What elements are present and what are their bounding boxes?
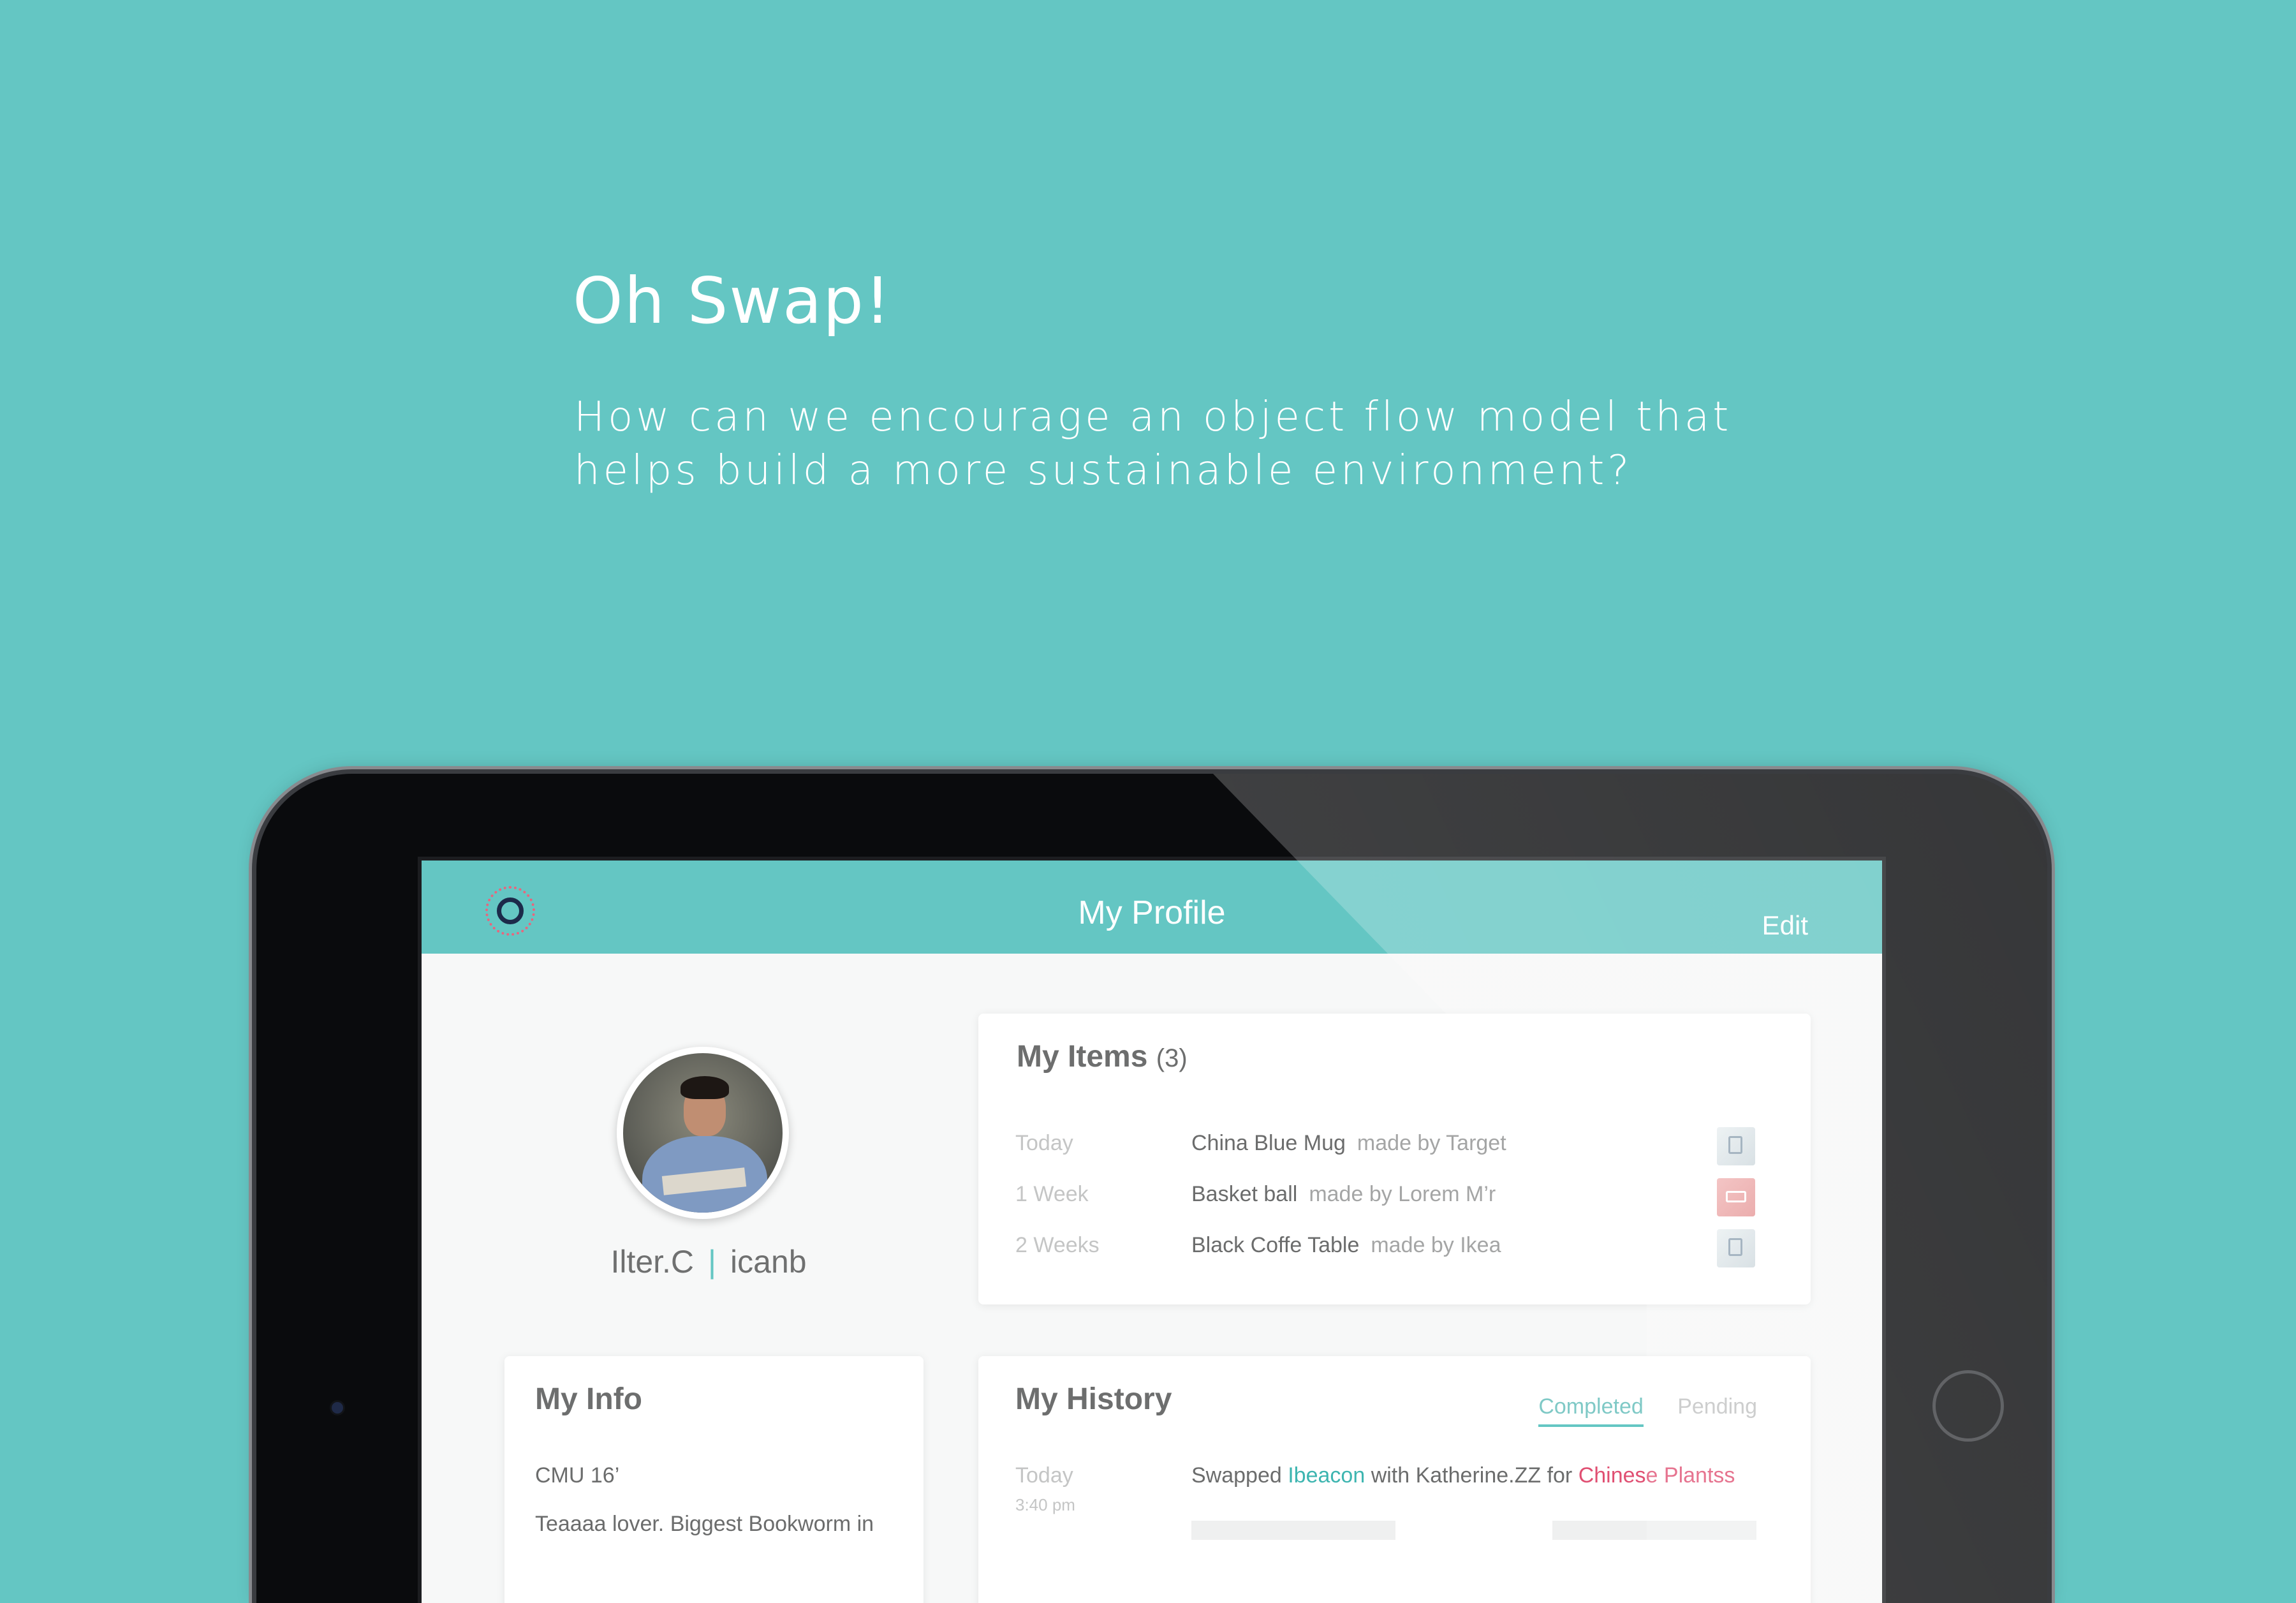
history-prefix: Swapped <box>1191 1463 1282 1488</box>
hero-subtitle-line1: How can we encourage an object flow mode… <box>574 394 1732 441</box>
item-name: China Blue Mug <box>1191 1131 1346 1155</box>
history-clock: 3:40 pm <box>1015 1495 1075 1514</box>
front-camera <box>332 1402 343 1414</box>
hero-subtitle: How can we encourage an object flow mode… <box>574 390 1786 498</box>
edit-button[interactable]: Edit <box>1762 910 1808 941</box>
item-time: 1 Week <box>1015 1182 1089 1206</box>
history-item-link[interactable]: Ibeacon <box>1288 1463 1365 1488</box>
item-name-group: China Blue Mug made by Target <box>1191 1131 1506 1156</box>
my-history-card: My History Completed Pending Today 3:40 … <box>978 1356 1811 1603</box>
item-row[interactable]: 1 Week Basket ball made by Lorem M’r <box>1015 1176 1774 1216</box>
basketball-thumbnail-icon[interactable] <box>1717 1178 1755 1216</box>
item-maker: made by Target <box>1357 1131 1506 1155</box>
info-school: CMU 16’ <box>535 1463 620 1488</box>
avatar[interactable] <box>617 1047 789 1219</box>
name-divider: | <box>708 1244 717 1280</box>
item-name: Basket ball <box>1191 1182 1298 1206</box>
table-thumbnail-icon[interactable] <box>1717 1229 1755 1267</box>
history-placeholder-block <box>1552 1521 1756 1540</box>
item-maker: made by Ikea <box>1371 1233 1501 1257</box>
hero-subtitle-line2: helps build a more sustainable environme… <box>574 447 1633 494</box>
hero-title: Oh Swap! <box>573 263 892 338</box>
my-items-title: My Items (3) <box>1017 1039 1188 1074</box>
item-name-group: Basket ball made by Lorem M’r <box>1191 1182 1496 1207</box>
info-bio: Teaaaa lover. Biggest Bookworm in <box>535 1512 874 1536</box>
my-items-count: (3) <box>1156 1044 1188 1072</box>
my-history-title: My History <box>1015 1382 1172 1416</box>
item-row[interactable]: 2 Weeks Black Coffe Table made by Ikea <box>1015 1227 1774 1267</box>
history-middle: with Katherine.ZZ for <box>1371 1463 1573 1488</box>
mug-thumbnail-icon[interactable] <box>1717 1127 1755 1165</box>
my-info-title: My Info <box>535 1382 642 1416</box>
avatar-hair-shape <box>681 1076 729 1099</box>
tablet-device: My Profile Edit Ilter.C | icanb My Items (… <box>256 774 2047 1603</box>
avatar-photo <box>623 1053 783 1213</box>
history-entry-text: Swapped Ibeacon with Katherine.ZZ for Ch… <box>1191 1463 1735 1488</box>
item-time: Today <box>1015 1131 1073 1155</box>
item-maker: made by Lorem M’r <box>1309 1182 1496 1206</box>
profile-names: Ilter.C | icanb <box>575 1243 843 1280</box>
app-screen: My Profile Edit Ilter.C | icanb My Items (… <box>418 857 1886 1603</box>
tab-pending[interactable]: Pending <box>1677 1394 1757 1419</box>
item-name-group: Black Coffe Table made by Ikea <box>1191 1233 1501 1258</box>
history-other-item-link[interactable]: Chinese Plantss <box>1578 1463 1735 1488</box>
history-tabs: Completed Pending <box>1510 1394 1757 1427</box>
my-items-title-text: My Items <box>1017 1040 1148 1074</box>
my-info-card: My Info CMU 16’ Teaaaa lover. Biggest Bo… <box>504 1356 924 1603</box>
item-row[interactable]: Today China Blue Mug made by Target <box>1015 1125 1774 1165</box>
my-items-card: My Items (3) Today China Blue Mug made by… <box>978 1014 1811 1304</box>
profile-username: icanb <box>730 1244 807 1280</box>
item-time: 2 Weeks <box>1015 1233 1100 1257</box>
tab-completed[interactable]: Completed <box>1538 1394 1644 1427</box>
app-header: My Profile Edit <box>422 861 1882 954</box>
history-placeholder-block <box>1191 1521 1395 1540</box>
history-time: Today <box>1015 1463 1073 1488</box>
profile-name: Ilter.C <box>610 1244 695 1280</box>
home-button[interactable] <box>1932 1370 2004 1442</box>
page-title: My Profile <box>1078 894 1226 931</box>
item-name: Black Coffe Table <box>1191 1233 1360 1257</box>
